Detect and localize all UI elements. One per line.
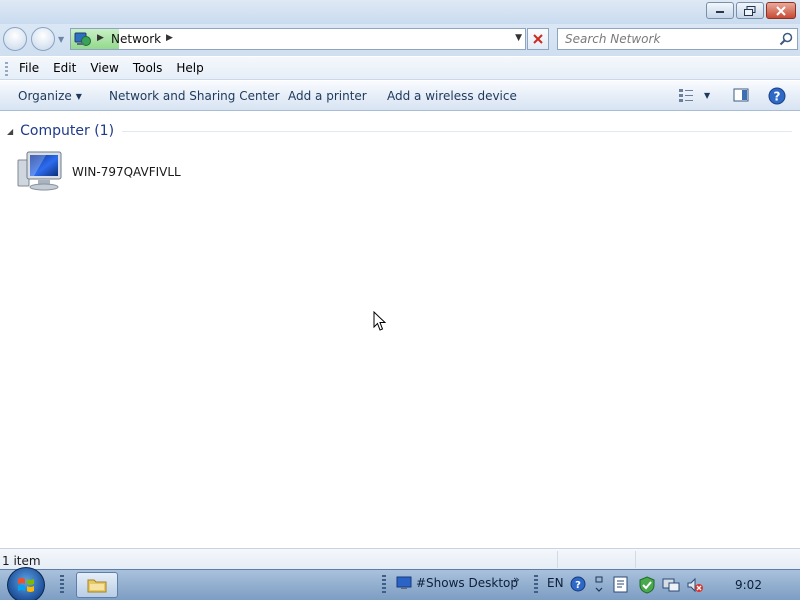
view-dropdown-icon[interactable]: ▼ [704,91,710,100]
preview-pane-icon [733,88,749,102]
help-button[interactable]: ? [768,87,786,105]
collapse-triangle-icon[interactable]: ◢ [7,127,13,136]
taskbar: #Shows Desktop » EN ? 9:02 [0,567,800,600]
add-printer-button[interactable]: Add a printer [288,89,367,103]
show-desktop-label: #Shows Desktop [416,576,518,590]
status-divider [635,551,636,568]
breadcrumb-arrow[interactable]: ▶ [166,33,173,43]
breadcrumb-root-arrow[interactable]: ▶ [97,33,104,43]
item-count: 1 item [2,554,41,568]
add-wireless-device-button[interactable]: Add a wireless device [387,89,517,103]
desktop-icon [396,576,412,589]
status-divider [557,551,558,568]
menu-bar: File Edit View Tools Help [0,56,800,80]
help-icon[interactable]: ? [570,576,586,592]
menu-grip [5,62,8,76]
network-tray-icon[interactable] [662,576,680,594]
show-desktop-toolbar[interactable]: #Shows Desktop [396,576,518,590]
back-button[interactable] [3,27,27,51]
clock[interactable]: 9:02 [735,578,762,592]
restore-icon [744,5,756,16]
menu-file[interactable]: File [19,61,39,75]
change-view-button[interactable]: ▼ [678,87,710,103]
search-icon[interactable] [779,32,793,46]
folder-icon [87,579,107,593]
search-box[interactable] [557,28,798,50]
computer-icon [17,151,62,191]
taskbar-grip[interactable] [534,575,538,595]
close-button[interactable] [766,2,796,19]
menu-view[interactable]: View [90,61,118,75]
caption-buttons [706,2,796,19]
language-bar-options-icon[interactable] [594,576,604,594]
network-computer-item[interactable]: WIN-797QAVFIVLL [16,150,181,194]
view-options-icon [679,89,693,102]
command-bar: Organize ▼ Network and Sharing Center Add… [0,81,800,111]
mouse-pointer-icon [373,311,387,331]
recent-pages-dropdown[interactable]: ▼ [58,35,64,44]
svg-text:?: ? [774,90,781,104]
minimize-button[interactable] [706,2,734,19]
search-input[interactable] [558,29,768,49]
title-bar [0,0,800,24]
restore-button[interactable] [736,2,764,19]
navigation-bar: ▼ ▶ Network ▶ ▼ [0,24,800,56]
group-header-computer[interactable]: ◢ Computer (1) [7,123,792,139]
menu-tools[interactable]: Tools [133,61,163,75]
address-dropdown-icon[interactable]: ▼ [515,33,522,43]
menu-edit[interactable]: Edit [53,61,76,75]
stop-icon [533,34,543,44]
taskbar-grip[interactable] [60,575,64,595]
organize-label: Organize [18,89,72,103]
breadcrumb-network[interactable]: Network [111,32,161,46]
status-bar: 1 item [0,548,800,569]
help-icon: ? [768,87,786,105]
computer-name: WIN-797QAVFIVLL [72,165,181,179]
close-icon [776,5,786,16]
keyboard-tray-icon[interactable] [613,576,629,594]
menu-help[interactable]: Help [176,61,203,75]
taskbar-explorer-button[interactable] [76,572,118,598]
windows-logo-icon [18,578,34,592]
svg-text:?: ? [575,580,581,591]
address-bar[interactable]: ▶ Network ▶ ▼ [70,28,526,50]
toolbar-overflow-chevron-icon[interactable]: » [513,573,520,586]
forward-button[interactable] [31,27,55,51]
network-icon [74,32,91,46]
preview-pane-button[interactable] [733,87,749,103]
organize-button[interactable]: Organize ▼ [18,89,82,103]
language-indicator[interactable]: EN [547,576,564,590]
group-title: Computer (1) [20,123,115,139]
stop-button[interactable] [527,28,549,50]
minimize-icon [716,10,724,13]
group-divider [122,130,792,132]
action-center-icon[interactable] [638,576,656,594]
taskbar-grip[interactable] [382,575,386,595]
organize-dropdown-icon: ▼ [75,92,82,101]
network-sharing-center-button[interactable]: Network and Sharing Center [109,89,280,103]
file-list-pane[interactable]: ◢ Computer (1) WIN-797QAVFIVLL [0,112,800,548]
volume-muted-icon[interactable] [686,576,704,594]
start-button[interactable] [7,567,45,600]
